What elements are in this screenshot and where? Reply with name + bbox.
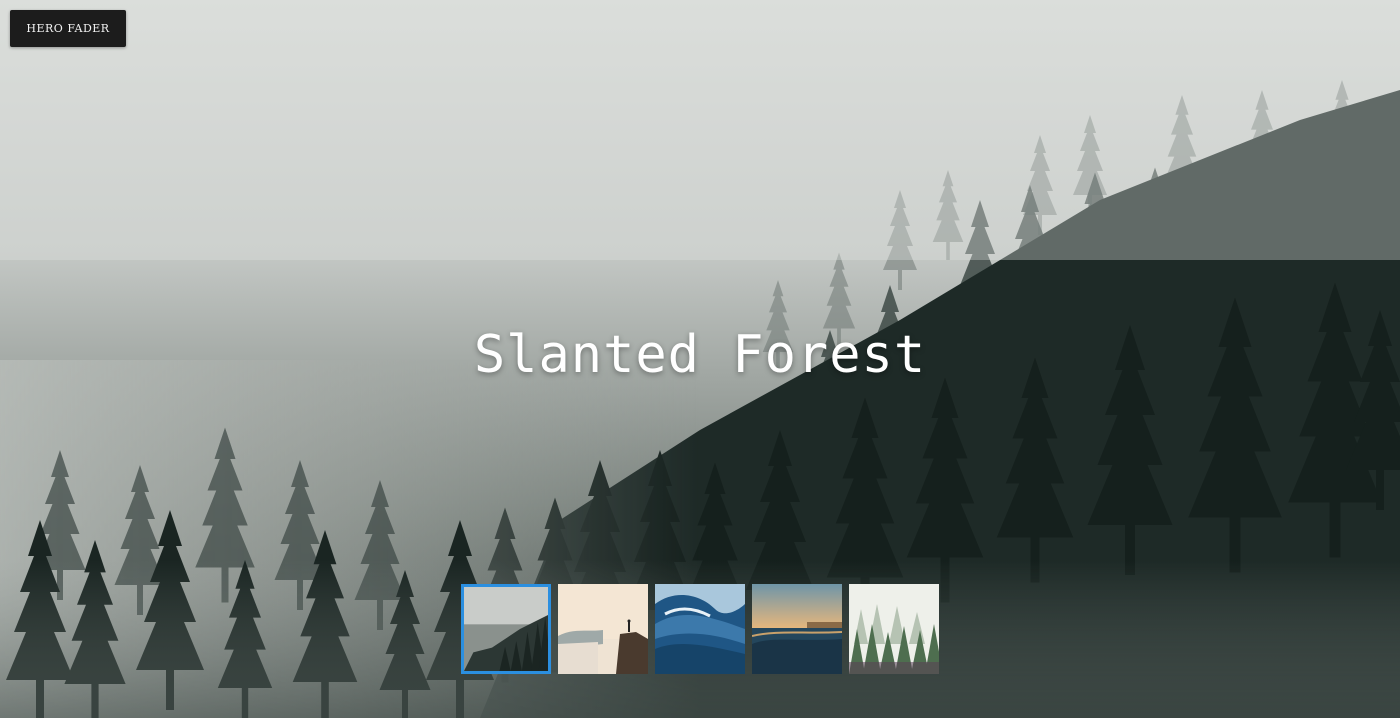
ocean-wave-image <box>655 584 745 674</box>
thumbnail-sunset-sea[interactable] <box>752 584 842 674</box>
hero-fader: HERO FADER Slanted Forest <box>0 0 1400 718</box>
thumbnail-foggy-forest[interactable] <box>461 584 551 674</box>
foggy-forest-image <box>464 587 548 671</box>
thumbnail-strip <box>461 584 941 674</box>
sunset-sea-image <box>752 584 842 674</box>
slide-title: Slanted Forest <box>473 325 927 385</box>
thumbnail-misty-pines[interactable] <box>849 584 939 674</box>
thumbnail-cliff-waterfall[interactable] <box>558 584 648 674</box>
cliff-waterfall-image <box>558 584 648 674</box>
misty-pines-image <box>849 584 939 674</box>
hero-fader-button[interactable]: HERO FADER <box>10 10 126 47</box>
thumbnail-ocean-wave[interactable] <box>655 584 745 674</box>
